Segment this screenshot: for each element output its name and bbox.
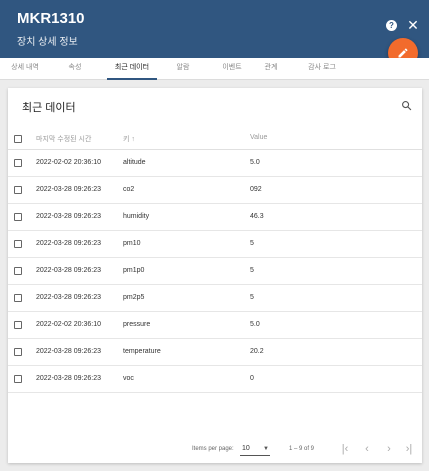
cell-key: pm1p0 [123, 267, 145, 274]
search-icon[interactable] [401, 100, 412, 111]
row-checkbox[interactable] [14, 348, 22, 356]
page-range-label: 1 – 9 of 9 [289, 446, 315, 452]
cell-time: 2022-03-28 09:26:23 [36, 267, 101, 274]
device-title: MKR1310 [17, 10, 85, 27]
cell-time: 2022-02-02 20:36:10 [36, 321, 101, 328]
row-checkbox[interactable] [14, 321, 22, 329]
table-row[interactable]: 2022-03-28 09:26:23 pm10 5 [8, 231, 422, 258]
table-row[interactable]: 2022-02-02 20:36:10 altitude 5.0 [8, 150, 422, 177]
cell-value: 0 [250, 375, 254, 382]
table-row[interactable]: 2022-03-28 09:26:23 pm2p5 5 [8, 285, 422, 312]
table-header: 마지막 수정된 시간 키 ↑ Value [8, 126, 422, 150]
cell-time: 2022-03-28 09:26:23 [36, 294, 101, 301]
tab-relations[interactable]: 관계 [256, 58, 286, 80]
paginator: Items per page: 10 ▼ 1 – 9 of 9 |‹ ‹ › ›… [8, 437, 422, 463]
row-checkbox[interactable] [14, 375, 22, 383]
select-all-checkbox[interactable] [14, 135, 22, 143]
cell-time: 2022-03-28 09:26:23 [36, 213, 101, 220]
tab-events[interactable]: 이벤트 [206, 58, 258, 80]
items-per-page-select[interactable]: 10 ▼ [240, 443, 270, 456]
tab-latest-data[interactable]: 최근 데이터 [107, 58, 157, 80]
cell-key: voc [123, 375, 134, 382]
cell-value: 5.0 [250, 159, 260, 166]
device-subtitle: 장치 상세 정보 [17, 37, 78, 48]
tab-audit-logs[interactable]: 감사 로그 [300, 58, 344, 80]
row-checkbox[interactable] [14, 267, 22, 275]
table-row[interactable]: 2022-03-28 09:26:23 humidity 46.3 [8, 204, 422, 231]
cell-value: 092 [250, 186, 262, 193]
previous-page-icon[interactable]: ‹ [360, 443, 374, 455]
cell-value: 5 [250, 294, 254, 301]
help-icon[interactable]: ? [386, 20, 397, 31]
row-checkbox[interactable] [14, 213, 22, 221]
cell-value: 20.2 [250, 348, 264, 355]
next-page-icon[interactable]: › [382, 443, 396, 455]
cell-value: 46.3 [250, 213, 264, 220]
dropdown-arrow-icon: ▼ [263, 446, 269, 452]
cell-time: 2022-02-02 20:36:10 [36, 159, 101, 166]
cell-key: pm10 [123, 240, 141, 247]
row-checkbox[interactable] [14, 186, 22, 194]
cell-key: altitude [123, 159, 146, 166]
table-row[interactable]: 2022-03-28 09:26:23 pm1p0 5 [8, 258, 422, 285]
column-header-value[interactable]: Value [250, 134, 267, 141]
card-title: 최근 데이터 [22, 102, 76, 114]
cell-key: pm2p5 [123, 294, 145, 301]
column-header-key[interactable]: 키 ↑ [123, 134, 135, 144]
table-row[interactable]: 2022-03-28 09:26:23 co2 092 [8, 177, 422, 204]
row-checkbox[interactable] [14, 240, 22, 248]
tab-alarms[interactable]: 알람 [168, 58, 198, 80]
cell-time: 2022-03-28 09:26:23 [36, 375, 101, 382]
table-row[interactable]: 2022-03-28 09:26:23 temperature 20.2 [8, 339, 422, 366]
cell-value: 5.0 [250, 321, 260, 328]
row-checkbox[interactable] [14, 159, 22, 167]
column-header-time[interactable]: 마지막 수정된 시간 [36, 134, 91, 144]
cell-value: 5 [250, 240, 254, 247]
latest-data-card: 최근 데이터 마지막 수정된 시간 키 ↑ Value 2022-02-02 2… [8, 88, 422, 463]
row-checkbox[interactable] [14, 294, 22, 302]
first-page-icon[interactable]: |‹ [338, 443, 352, 455]
items-per-page-value: 10 [242, 445, 250, 452]
cell-time: 2022-03-28 09:26:23 [36, 186, 101, 193]
cell-time: 2022-03-28 09:26:23 [36, 348, 101, 355]
cell-key: pressure [123, 321, 151, 328]
table-row[interactable]: 2022-02-02 20:36:10 pressure 5.0 [8, 312, 422, 339]
cell-key: humidity [123, 213, 150, 220]
close-icon[interactable]: ✕ [406, 17, 420, 33]
app-header: MKR1310 장치 상세 정보 ? ✕ [0, 0, 429, 58]
items-per-page-label: Items per page: [192, 446, 234, 452]
table-row[interactable]: 2022-03-28 09:26:23 voc 0 [8, 366, 422, 393]
tab-details[interactable]: 상세 내역 [2, 58, 48, 80]
cell-time: 2022-03-28 09:26:23 [36, 240, 101, 247]
cell-key: temperature [123, 348, 161, 355]
tab-bar: 상세 내역 속성 최근 데이터 알람 이벤트 관계 감사 로그 [0, 58, 429, 80]
cell-key: co2 [123, 186, 135, 193]
tab-attributes[interactable]: 속성 [60, 58, 90, 80]
last-page-icon[interactable]: ›| [402, 443, 416, 455]
cell-value: 5 [250, 267, 254, 274]
